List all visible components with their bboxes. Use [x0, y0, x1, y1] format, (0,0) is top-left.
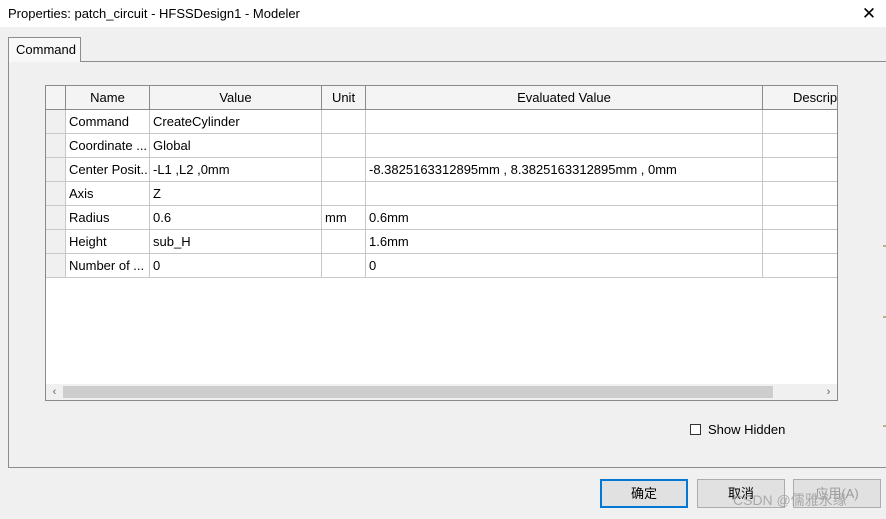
row-selector[interactable]: [46, 134, 66, 158]
property-unit[interactable]: [322, 134, 366, 158]
table-row[interactable]: Coordinate ... Global: [46, 134, 837, 158]
column-header-value[interactable]: Value: [150, 86, 322, 110]
property-name: Height: [66, 230, 150, 254]
property-description: [763, 110, 837, 134]
property-value[interactable]: 0: [150, 254, 322, 278]
property-name: Command: [66, 110, 150, 134]
table-row[interactable]: Radius 0.6 mm 0.6mm: [46, 206, 837, 230]
table-row[interactable]: Height sub_H 1.6mm: [46, 230, 837, 254]
property-unit[interactable]: [322, 182, 366, 206]
property-evaluated-value: 0.6mm: [366, 206, 763, 230]
property-description: [763, 254, 837, 278]
property-name: Axis: [66, 182, 150, 206]
property-description: [763, 134, 837, 158]
row-selector-header: [46, 86, 66, 110]
property-unit[interactable]: [322, 158, 366, 182]
scrollbar-thumb[interactable]: [63, 386, 773, 398]
show-hidden-label[interactable]: Show Hidden: [708, 422, 785, 437]
property-description: [763, 230, 837, 254]
table-row[interactable]: Command CreateCylinder: [46, 110, 837, 134]
grid-header-row: Name Value Unit Evaluated Value Descript: [46, 86, 837, 110]
property-evaluated-value: [366, 134, 763, 158]
property-unit[interactable]: [322, 254, 366, 278]
property-value[interactable]: Global: [150, 134, 322, 158]
property-description: [763, 182, 837, 206]
row-selector[interactable]: [46, 206, 66, 230]
property-evaluated-value: 0: [366, 254, 763, 278]
property-value[interactable]: sub_H: [150, 230, 322, 254]
property-evaluated-value: [366, 182, 763, 206]
scroll-left-icon[interactable]: ‹: [46, 384, 63, 400]
property-evaluated-value: -8.3825163312895mm , 8.3825163312895mm ,…: [366, 158, 763, 182]
title-bar: Properties: patch_circuit - HFSSDesign1 …: [0, 0, 886, 27]
show-hidden-checkbox[interactable]: [690, 424, 701, 435]
property-evaluated-value: 1.6mm: [366, 230, 763, 254]
property-value[interactable]: -L1 ,L2 ,0mm: [150, 158, 322, 182]
property-unit[interactable]: [322, 110, 366, 134]
row-selector[interactable]: [46, 182, 66, 206]
horizontal-scrollbar[interactable]: ‹ ›: [46, 384, 837, 400]
cancel-button[interactable]: 取消: [697, 479, 785, 508]
property-name: Coordinate ...: [66, 134, 150, 158]
ok-button[interactable]: 确定: [600, 479, 688, 508]
column-header-description[interactable]: Descript: [763, 86, 837, 110]
property-description: [763, 206, 837, 230]
row-selector[interactable]: [46, 230, 66, 254]
scroll-right-icon[interactable]: ›: [820, 384, 837, 400]
column-header-evaluated-value[interactable]: Evaluated Value: [366, 86, 763, 110]
property-name: Center Posit...: [66, 158, 150, 182]
row-selector[interactable]: [46, 254, 66, 278]
tab-command[interactable]: Command: [8, 37, 81, 62]
property-evaluated-value: [366, 110, 763, 134]
column-header-unit[interactable]: Unit: [322, 86, 366, 110]
tab-command-label: Command: [16, 42, 76, 57]
table-row[interactable]: Center Posit... -L1 ,L2 ,0mm -8.38251633…: [46, 158, 837, 182]
apply-button[interactable]: 应用(A): [793, 479, 881, 508]
row-selector[interactable]: [46, 110, 66, 134]
property-unit[interactable]: [322, 230, 366, 254]
properties-grid: Name Value Unit Evaluated Value Descript…: [45, 85, 838, 401]
close-icon[interactable]: ✕: [852, 0, 886, 27]
property-unit[interactable]: mm: [322, 206, 366, 230]
property-value[interactable]: CreateCylinder: [150, 110, 322, 134]
table-row[interactable]: Number of ... 0 0: [46, 254, 837, 278]
property-name: Number of ...: [66, 254, 150, 278]
column-header-name[interactable]: Name: [66, 86, 150, 110]
property-value[interactable]: 0.6: [150, 206, 322, 230]
property-description: [763, 158, 837, 182]
window-title: Properties: patch_circuit - HFSSDesign1 …: [8, 6, 300, 21]
table-row[interactable]: Axis Z: [46, 182, 837, 206]
property-value[interactable]: Z: [150, 182, 322, 206]
property-name: Radius: [66, 206, 150, 230]
row-selector[interactable]: [46, 158, 66, 182]
